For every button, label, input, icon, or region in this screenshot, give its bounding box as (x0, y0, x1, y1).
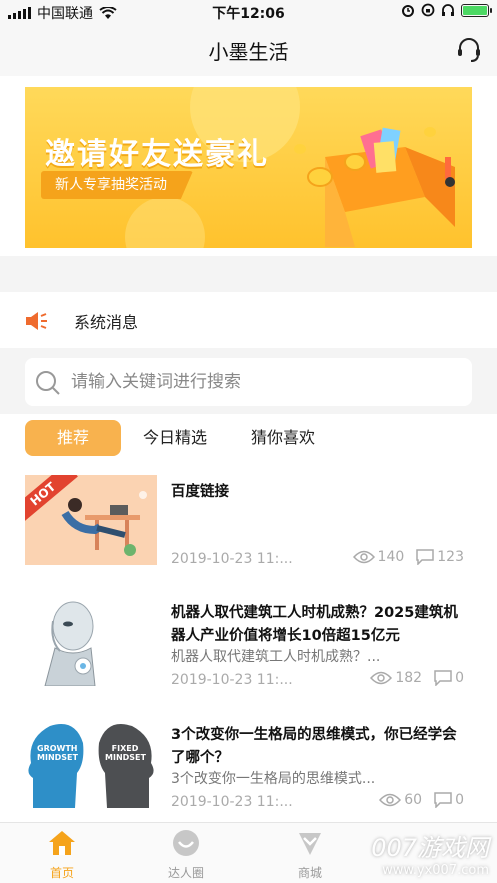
article-item[interactable]: GROWTH MINDSET FIXED MINDSET 3个改变你一生格局的思… (25, 718, 472, 810)
eye-icon (370, 671, 393, 685)
comment-icon (434, 792, 452, 808)
view-count: 182 (395, 670, 423, 686)
article-description: 机器人取代建筑工人时机成熟？... (171, 649, 381, 665)
system-message-row[interactable]: 系统消息 (0, 292, 497, 348)
headphones-icon (442, 4, 454, 16)
search-input[interactable] (71, 372, 451, 392)
comment-count: 0 (455, 792, 464, 808)
fixed-mindset-label: FIXED MINDSET (105, 744, 146, 762)
tabbar-item-home[interactable]: 首页 (17, 829, 107, 881)
tabbar-label-mall: 商城 (297, 866, 322, 880)
eye-icon (379, 793, 402, 807)
tab-guess-you-like[interactable]: 猜你喜欢 (251, 420, 315, 456)
article-title: 机器人取代建筑工人时机成熟？2025建筑机器人产业价值将增长10倍超15亿元 (171, 605, 458, 644)
growth-mindset-label: GROWTH MINDSET (37, 744, 78, 762)
system-message-label: 系统消息 (74, 313, 139, 332)
view-count: 60 (404, 792, 423, 808)
article-thumbnail: HOT (25, 475, 157, 565)
banner-subtitle: 新人专享抽奖活动 (41, 171, 193, 199)
banner-title: 邀请好友送豪礼 (45, 137, 269, 172)
status-bar: 中国联通 下午12:06 (0, 0, 497, 24)
customer-service-icon[interactable] (455, 36, 483, 64)
article-stats: 182 0 (370, 670, 464, 686)
article-item[interactable]: 机器人取代建筑工人时机成熟？2025建筑机器人产业价值将增长10倍超15亿元 机… (25, 596, 472, 688)
tab-recommend[interactable]: 推荐 (25, 420, 121, 456)
article-date: 2019-10-23 11:... (171, 672, 293, 688)
article-thumbnail (25, 596, 157, 686)
search-box[interactable] (25, 358, 472, 406)
navigation-bar: 小墨生活 (0, 24, 497, 76)
rotation-lock-icon (421, 3, 435, 17)
tabbar-item-circle[interactable]: 达人圈 (141, 829, 231, 881)
article-thumbnail: GROWTH MINDSET FIXED MINDSET (25, 718, 157, 808)
eye-icon (352, 550, 375, 564)
page-title: 小墨生活 (208, 40, 289, 64)
article-title: 3个改变你一生格局的思维模式，你已经学会了哪个？ (171, 727, 457, 766)
tabbar-label-home: 首页 (49, 866, 74, 880)
tabbar-item-mall[interactable]: 商城 (265, 829, 355, 881)
speaker-icon (26, 312, 47, 330)
category-tabs: 推荐 今日精选 猜你喜欢 (25, 420, 315, 456)
article-stats: 140 123 (352, 549, 464, 565)
article-stats: 60 0 (379, 792, 464, 808)
circle-icon (173, 830, 199, 856)
banner-section: 邀请好友送豪礼 新人专享抽奖活动 (0, 76, 497, 256)
article-title: 百度链接 (171, 484, 229, 500)
watermark-main: 007游戏网 (371, 834, 489, 862)
search-area (0, 348, 497, 414)
watermark-sub: www.yx007.com (382, 863, 489, 878)
status-right (401, 3, 492, 17)
view-count: 140 (377, 549, 405, 565)
comment-count: 0 (455, 670, 464, 686)
article-date: 2019-10-23 11:... (171, 551, 293, 567)
mall-icon (299, 833, 321, 855)
article-item[interactable]: HOT 百度链接 2019-10-23 11:... 140 123 (25, 475, 472, 567)
article-date: 2019-10-23 11:... (171, 794, 293, 810)
watermark: 007游戏网 www.yx007.com (371, 828, 489, 878)
tabbar-label-circle: 达人圈 (167, 866, 204, 880)
article-description: 3个改变你一生格局的思维模式... (171, 771, 376, 787)
tab-today-picks[interactable]: 今日精选 (143, 420, 207, 456)
home-icon (49, 831, 75, 855)
comment-count: 123 (437, 549, 464, 565)
search-icon (36, 371, 60, 395)
comment-icon (416, 549, 435, 565)
alarm-icon (402, 5, 414, 17)
promo-banner[interactable]: 邀请好友送豪礼 新人专享抽奖活动 (25, 87, 472, 248)
comment-icon (434, 670, 452, 686)
content-area: 推荐 今日精选 猜你喜欢 HOT 百度链接 2019-10-23 11:... … (0, 414, 497, 822)
battery-icon (461, 3, 492, 17)
